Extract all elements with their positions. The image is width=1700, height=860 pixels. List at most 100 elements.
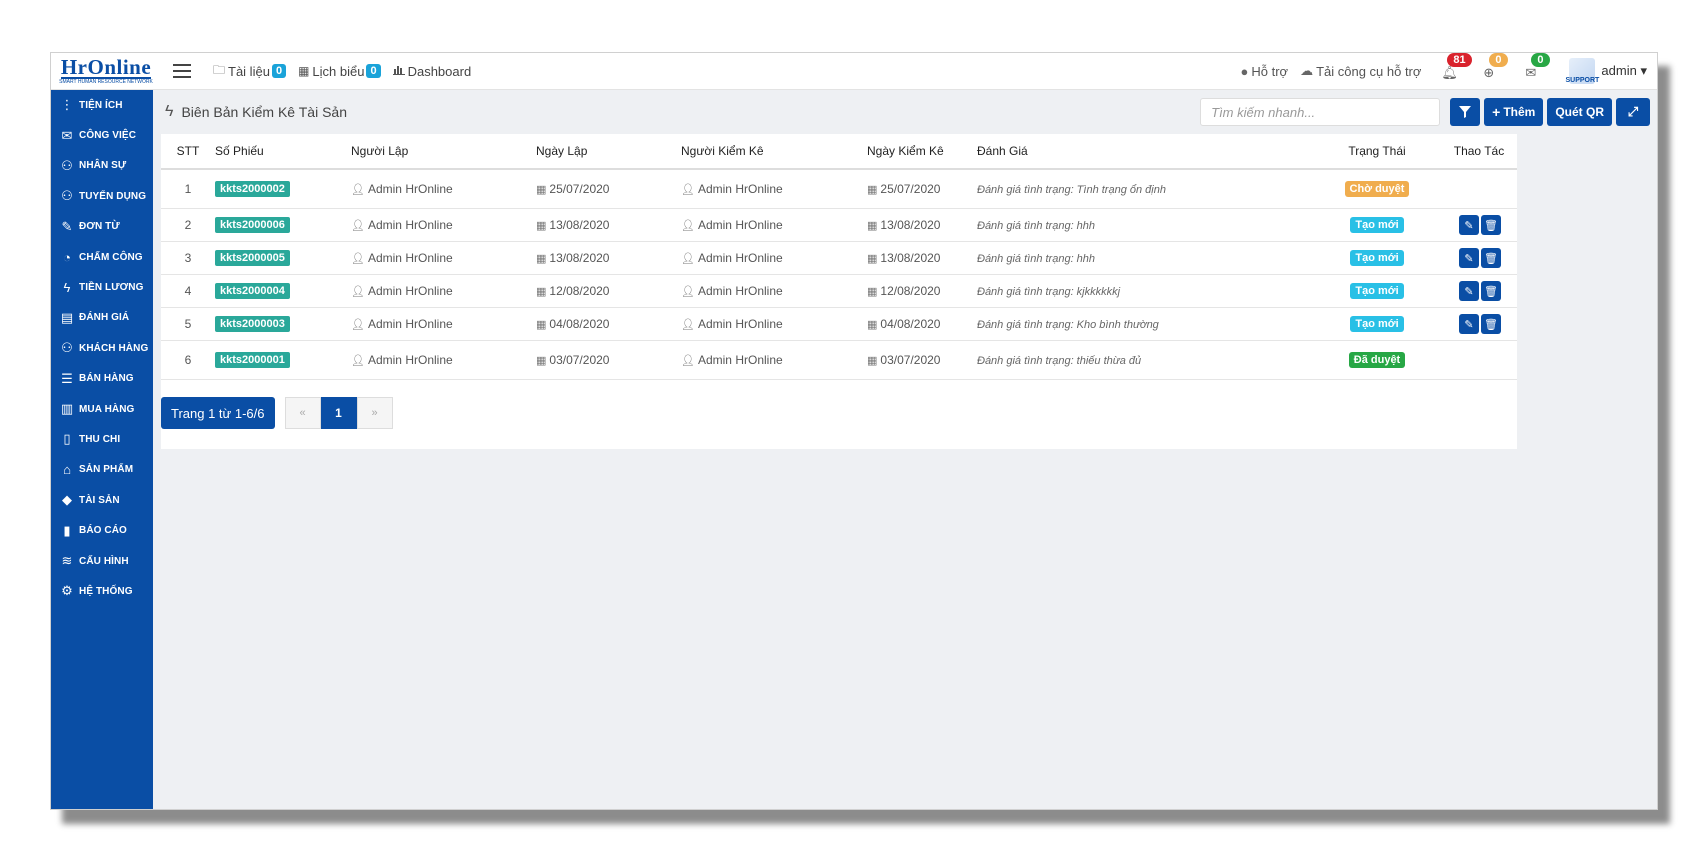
delete-button[interactable]: 🗑︎ [1481,215,1501,235]
date-cell: ▦ 25/07/2020 [867,169,977,209]
page-1-button[interactable]: 1 [320,397,357,429]
support-label: Hỗ trợ [1251,63,1289,79]
calendar-icon: ▦ [536,319,547,331]
user-cell: 👤︎ Admin HrOnline [681,340,867,380]
bell-icon: 🔔︎ [1441,65,1458,80]
table-row[interactable]: 2 kkts2000006 👤︎ Admin HrOnline ▦ 13/08/2020 👤… [161,208,1517,242]
sidebar-item-6[interactable]: ϟ TIỀN LƯƠNG [51,272,153,302]
edit-button[interactable]: ✎ [1459,248,1479,268]
list-icon: ☰ [61,370,73,386]
code-badge[interactable]: kkts2000003 [215,316,290,332]
sidebar-item-9[interactable]: ☰ BÁN HÀNG [51,364,153,394]
column-header[interactable]: Ngày Lập [536,134,681,170]
search-input[interactable] [1200,98,1441,126]
column-header[interactable]: Số Phiếu [215,134,351,170]
fullscreen-button[interactable]: ⤢ [1616,98,1650,126]
date-value: 12/08/2020 [549,284,610,298]
date-cell: ▦ 03/07/2020 [867,340,977,380]
table-header-row: STT Số Phiếu Người Lập Ngày Lập Người Kiểm K… [161,134,1517,170]
calendar-icon: ▦ [536,286,547,298]
edit-button[interactable]: ✎ [1459,281,1479,301]
column-header[interactable]: Ngày Kiểm Kê [867,134,977,170]
table-row[interactable]: 1 kkts2000002 👤︎ Admin HrOnline ▦ 25/07/2020 👤… [161,169,1517,209]
delete-button[interactable]: 🗑︎ [1481,248,1501,268]
sidebar-item-2[interactable]: ⚇ NHÂN SỰ [51,151,153,181]
sidebar-item-15[interactable]: ≋ CẤU HÌNH [51,546,153,576]
next-page-button[interactable]: » [356,397,393,429]
table-row[interactable]: 6 kkts2000001 👤︎ Admin HrOnline ▦ 03/07/2020 👤… [161,340,1517,380]
code-badge[interactable]: kkts2000004 [215,283,290,299]
notifications-globe[interactable]: ⊕ 0 [1483,53,1508,81]
status-cell: Đã duyệt [1313,340,1441,380]
column-header[interactable]: Người Lập [351,134,536,170]
user-menu[interactable]: admin ▾ [1601,63,1647,79]
app-window: HrOnline SMART HUMAN RESOURCE NETWORK 🗀 … [50,52,1658,810]
notifications-bell[interactable]: 🔔︎ 81 [1441,53,1472,81]
cloud-download-icon: ☁ [1300,63,1314,78]
menu-toggle-icon[interactable] [173,64,191,78]
sidebar-item-8[interactable]: ⚇ KHÁCH HÀNG [51,333,153,363]
column-header[interactable]: Người Kiểm Kê [681,134,867,170]
delete-button[interactable]: 🗑︎ [1481,314,1501,334]
user-name: Admin HrOnline [697,251,783,265]
sidebar-item-12[interactable]: ⌂ SẢN PHẨM [51,455,153,485]
edit-button[interactable]: ✎ [1459,215,1479,235]
pencil-icon: ✎ [1464,285,1474,298]
column-header[interactable]: STT [161,134,215,170]
sidebar-item-4[interactable]: ✎ ĐƠN TỪ [51,212,153,242]
scan-qr-button[interactable]: Quét QR [1547,98,1612,126]
avatar[interactable]: SUPPORT [1566,58,1599,84]
eval-text: Đánh giá tình trạng: Tình trạng ổn định [977,184,1166,196]
status-cell: Tạo mới [1313,307,1441,341]
column-header[interactable]: Thao Tác [1441,134,1517,170]
filter-button[interactable] [1450,98,1481,126]
sidebar-item-7[interactable]: ▤ ĐÁNH GIÁ [51,303,153,333]
logo[interactable]: HrOnline SMART HUMAN RESOURCE NETWORK [51,53,161,89]
sidebar-item-5[interactable]: ◔ CHẤM CÔNG [51,242,153,272]
calendar-icon: ▦ [867,184,878,196]
topnav-documents[interactable]: 🗀 Tài liệu 0 [213,61,287,82]
notifications-mail[interactable]: ✉ 0 [1525,53,1550,81]
add-button[interactable]: + Thêm [1484,98,1544,126]
code-badge[interactable]: kkts2000006 [215,217,290,233]
code-badge[interactable]: kkts2000005 [215,250,290,266]
sidebar-item-3[interactable]: ⚇ TUYỂN DỤNG [51,181,153,211]
table-row[interactable]: 4 kkts2000004 👤︎ Admin HrOnline ▦ 12/08/2020 👤… [161,274,1517,308]
column-header[interactable]: Trạng Thái [1313,134,1441,170]
status-badge: Tạo mới [1350,316,1404,332]
edit-button[interactable]: ✎ [1459,314,1479,334]
code-badge[interactable]: kkts2000002 [215,181,290,197]
sidebar-item-14[interactable]: ▮ BÁO CÁO [51,515,153,545]
support-link[interactable]: ● Hỗ trợ [1241,64,1289,79]
topnav-dashboard[interactable]: Dashboard [392,64,471,79]
trash-icon: 🗑︎ [1484,252,1498,265]
plus-icon: + [1492,104,1501,120]
status-badge: Tạo mới [1350,283,1404,299]
code-badge[interactable]: kkts2000001 [215,352,290,368]
sidebar-item-11[interactable]: ▯ THU CHI [51,424,153,454]
logo-name: HrOnline [60,54,152,79]
date-value: 03/07/2020 [549,353,610,367]
user-icon: 👤︎ [351,253,365,265]
calendar-icon: ▦ [298,64,310,78]
sidebar-item-10[interactable]: ▥ MUA HÀNG [51,394,153,424]
status-cell: Tạo mới [1313,208,1441,242]
column-header[interactable]: Đánh Giá [977,134,1313,170]
sidebar-item-16[interactable]: ⚙ HỆ THỐNG [51,576,153,606]
sidebar-item-13[interactable]: ◆ TÀI SẢN [51,485,153,515]
table-row[interactable]: 5 kkts2000003 👤︎ Admin HrOnline ▦ 04/08/2020 👤… [161,307,1517,341]
topnav-calendar[interactable]: ▦ Lịch biểu 0 [298,64,381,79]
delete-button[interactable]: 🗑︎ [1481,281,1501,301]
sidebar-item-1[interactable]: ✉ CÔNG VIỆC [51,120,153,150]
table-panel: STT Số Phiếu Người Lập Ngày Lập Người Kiểm K… [161,134,1517,449]
filter-icon [1459,106,1472,118]
sidebar-item-0[interactable]: ⋮ TIỆN ÍCH [51,90,153,120]
customer-icon: ⚇ [61,340,73,356]
date-cell: ▦ 03/07/2020 [536,340,681,380]
prev-page-button[interactable]: « [284,397,321,429]
inbox-icon: ✉ [61,127,73,143]
mail-icon: ✉ [1525,65,1537,80]
eval-cell: Đánh giá tình trạng: hhh [977,241,1313,275]
download-tools-link[interactable]: ☁ Tải công cụ hỗ trợ [1300,63,1421,79]
table-row[interactable]: 3 kkts2000005 👤︎ Admin HrOnline ▦ 13/08/2020 👤… [161,241,1517,275]
